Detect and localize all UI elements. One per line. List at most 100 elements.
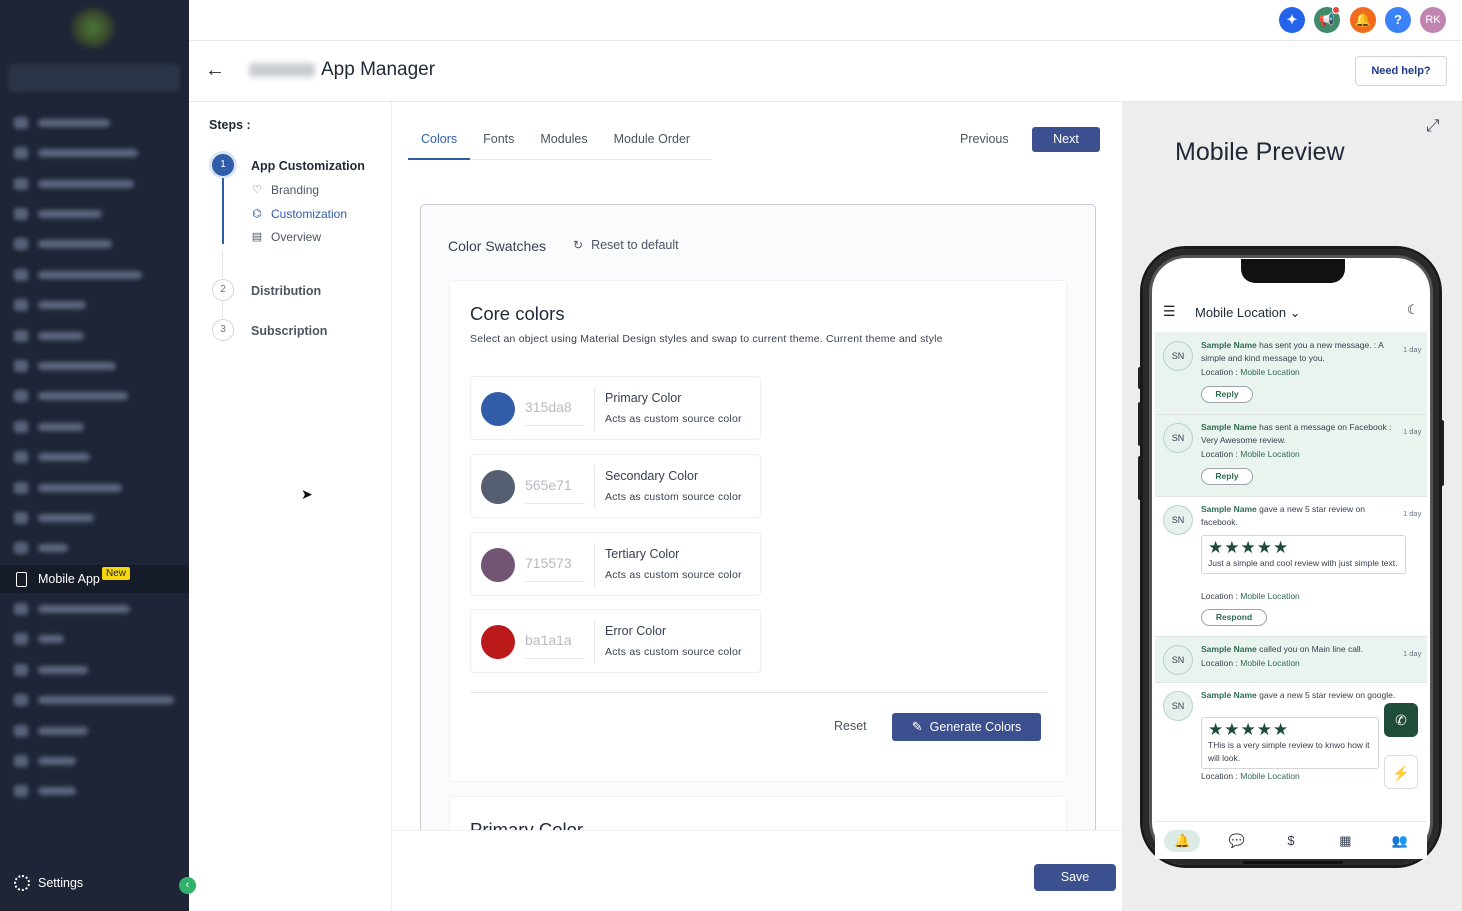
reset-to-default-button[interactable]: ↻ Reset to default — [573, 238, 679, 252]
collapse-sidebar-button[interactable]: ‹ — [179, 877, 196, 894]
reset-button[interactable]: Reset — [834, 719, 867, 733]
color-hex-input[interactable]: 715573 — [525, 555, 585, 571]
notification-item[interactable]: SN Sample Name gave a new 5 star review … — [1155, 497, 1427, 637]
color-swatch-circle[interactable] — [481, 548, 515, 582]
hamburger-menu-icon[interactable]: ☰ — [1163, 303, 1176, 320]
color-description: Acts as custom source color — [605, 569, 742, 581]
phone-notch — [1241, 259, 1345, 283]
color-row-tertiary[interactable]: 715573 Tertiary Color Acts as custom sou… — [470, 532, 761, 596]
color-hex-input[interactable]: 315da8 — [525, 399, 585, 415]
sidebar-item[interactable] — [0, 382, 189, 410]
bell-icon[interactable]: 🔔 — [1350, 7, 1376, 33]
sidebar-item[interactable] — [0, 261, 189, 289]
sidebar-item[interactable] — [0, 413, 189, 441]
phone-call-icon[interactable]: ✆ — [1384, 703, 1418, 737]
color-hex-input[interactable]: 565e71 — [525, 477, 585, 493]
reply-button[interactable]: Reply — [1201, 386, 1253, 403]
review-text: Just a simple and cool review with just … — [1208, 558, 1398, 568]
expand-icon[interactable]: ⤢ — [1426, 116, 1440, 136]
notification-time: 1 day — [1403, 509, 1422, 518]
tab-colors[interactable]: Colors — [408, 126, 471, 160]
step-number: 2 — [212, 279, 234, 301]
sidebar-item[interactable] — [0, 686, 189, 714]
notification-item[interactable]: SN Sample Name has sent a message on Fac… — [1155, 415, 1427, 497]
sidebar-item[interactable] — [0, 656, 189, 684]
notification-text: Sample Name gave a new 5 star review on … — [1201, 690, 1396, 700]
lightning-icon[interactable]: ⚡ — [1384, 755, 1418, 789]
step-connector — [222, 250, 223, 278]
sidebar-item[interactable] — [0, 291, 189, 319]
save-button[interactable]: Save — [1034, 864, 1116, 891]
tab-bar: Colors Fonts Modules Module Order — [408, 126, 712, 160]
sidebar-item-mobile-app[interactable]: Mobile App New — [0, 565, 189, 593]
sidebar-item[interactable] — [0, 747, 189, 775]
steps-panel: Steps : 1 App Customization ♡ Branding ⌬… — [189, 102, 392, 911]
sidebar-item[interactable] — [0, 352, 189, 380]
color-swatch-circle[interactable] — [481, 625, 515, 659]
step-app-customization[interactable]: App Customization — [251, 159, 365, 173]
magic-wand-icon[interactable]: ✦ — [1279, 7, 1305, 33]
tab-module-order[interactable]: Module Order — [601, 126, 703, 160]
notification-dot — [1332, 6, 1340, 14]
dollar-icon[interactable]: $ — [1273, 830, 1309, 852]
substep-overview[interactable]: ▤ Overview — [251, 230, 321, 244]
color-description: Acts as custom source color — [605, 491, 742, 503]
avatar: SN — [1163, 691, 1193, 721]
previous-button[interactable]: Previous — [950, 130, 1019, 148]
sidebar-item[interactable] — [0, 474, 189, 502]
notification-location: Location : Mobile Location — [1201, 658, 1300, 668]
color-hex-input[interactable]: ba1a1a — [525, 632, 585, 648]
sidebar-item[interactable] — [0, 109, 189, 137]
sidebar-search[interactable] — [8, 64, 180, 92]
notification-time: 1 day — [1403, 345, 1422, 354]
step-subscription[interactable]: Subscription — [251, 324, 327, 338]
sidebar-item[interactable] — [0, 777, 189, 805]
sidebar-item[interactable] — [0, 625, 189, 653]
calendar-icon[interactable]: ▦ — [1327, 830, 1363, 852]
sidebar-item[interactable] — [0, 504, 189, 532]
substep-customization[interactable]: ⌬ Customization — [251, 207, 347, 221]
notification-location: Location : Mobile Location — [1201, 367, 1300, 377]
notification-item[interactable]: SN Sample Name called you on Main line c… — [1155, 637, 1427, 683]
respond-button[interactable]: Respond — [1201, 609, 1267, 626]
notification-item[interactable]: SN Sample Name has sent you a new messag… — [1155, 333, 1427, 415]
sidebar-item[interactable] — [0, 595, 189, 623]
color-swatch-circle[interactable] — [481, 392, 515, 426]
bell-icon[interactable]: 🔔 — [1164, 829, 1201, 852]
sidebar-item[interactable] — [0, 170, 189, 198]
generate-colors-button[interactable]: ✎ Generate Colors — [892, 713, 1041, 741]
sidebar-item[interactable] — [0, 322, 189, 350]
sidebar-item[interactable] — [0, 200, 189, 228]
help-icon[interactable]: ? — [1385, 7, 1411, 33]
tab-modules[interactable]: Modules — [527, 126, 600, 160]
contacts-icon[interactable]: 👥 — [1382, 830, 1418, 852]
sidebar-item[interactable] — [0, 443, 189, 471]
chat-icon[interactable]: 💬 — [1219, 830, 1255, 852]
megaphone-icon[interactable]: 📢 — [1314, 6, 1340, 33]
color-swatches-title: Color Swatches — [448, 238, 547, 254]
sidebar-item[interactable] — [0, 717, 189, 745]
step-distribution[interactable]: Distribution — [251, 284, 321, 298]
dark-mode-icon[interactable]: ☾ — [1407, 302, 1419, 318]
color-swatch-circle[interactable] — [481, 470, 515, 504]
sidebar-item[interactable] — [0, 139, 189, 167]
home-indicator — [1243, 861, 1343, 864]
color-row-primary[interactable]: 315da8 Primary Color Acts as custom sour… — [470, 376, 761, 440]
color-row-error[interactable]: ba1a1a Error Color Acts as custom source… — [470, 609, 761, 673]
core-colors-subtitle: Select an object using Material Design s… — [470, 333, 943, 345]
sidebar-item-label: Mobile App — [38, 572, 100, 586]
back-arrow-icon[interactable]: ← — [205, 59, 225, 82]
color-row-secondary[interactable]: 565e71 Secondary Color Acts as custom so… — [470, 454, 761, 518]
next-button[interactable]: Next — [1032, 127, 1100, 152]
location-selector[interactable]: Mobile Location ⌄ — [1195, 305, 1301, 321]
substep-branding[interactable]: ♡ Branding — [251, 183, 319, 197]
settings-link[interactable]: Settings — [14, 875, 83, 891]
avatar: SN — [1163, 505, 1193, 535]
need-help-button[interactable]: Need help? — [1355, 56, 1447, 86]
sidebar-item[interactable] — [0, 230, 189, 258]
user-avatar[interactable]: RK — [1420, 7, 1446, 33]
avatar: SN — [1163, 341, 1193, 371]
tab-fonts[interactable]: Fonts — [470, 126, 527, 160]
reply-button[interactable]: Reply — [1201, 468, 1253, 485]
sidebar-item[interactable] — [0, 534, 189, 562]
